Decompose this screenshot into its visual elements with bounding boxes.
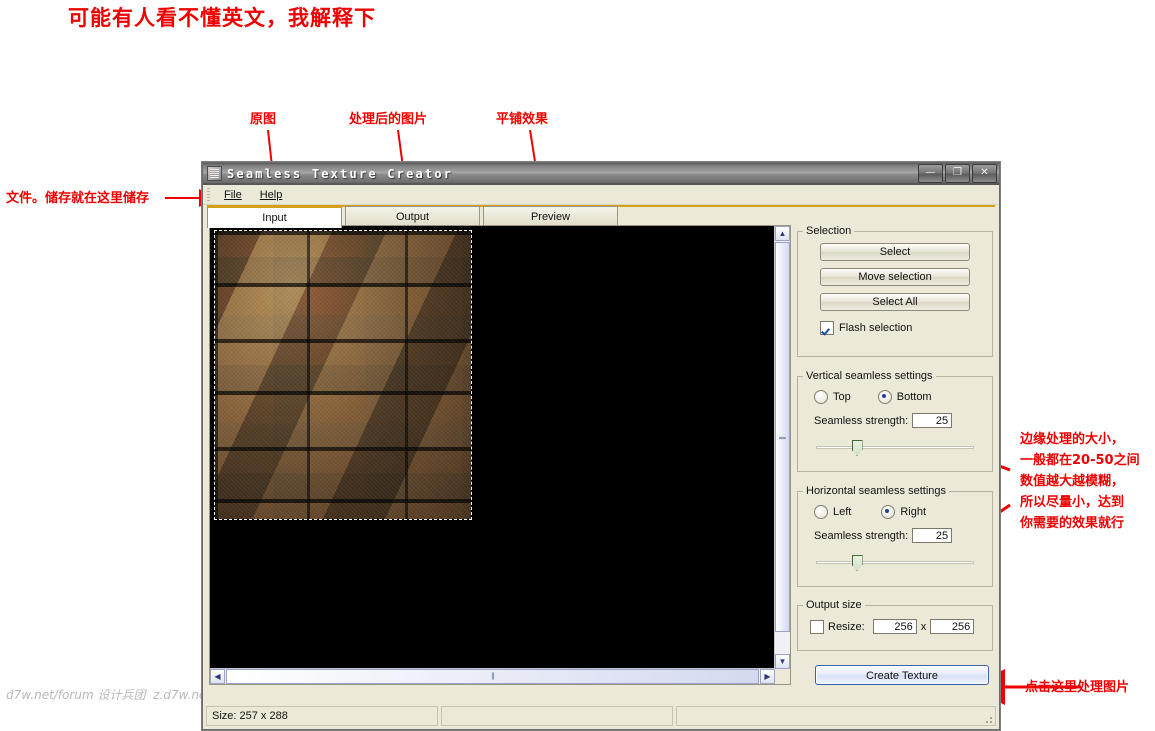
output-width-input[interactable]: [872, 619, 917, 634]
radio-icon-left: [814, 505, 828, 519]
horizontal-scroll-thumb[interactable]: |||: [226, 669, 759, 684]
menu-item-help[interactable]: Help: [253, 188, 290, 202]
scroll-thumb-grip-h: |||: [491, 673, 495, 680]
vertical-strength-slider[interactable]: [816, 440, 974, 456]
flash-selection-checkbox[interactable]: Flash selection: [820, 321, 992, 335]
maximize-icon: ❐: [953, 167, 962, 178]
annotation-strength-l5: 你需要的效果就行: [1020, 516, 1125, 531]
selection-group: Selection Select Move selection Select A…: [797, 225, 993, 357]
selection-group-legend: Selection: [806, 225, 852, 237]
annotation-strength-l2: 一般都在20-50之间: [1020, 453, 1140, 468]
output-size-group: Output size Resize: x: [797, 599, 993, 651]
tab-strip: Input Output Preview: [203, 205, 999, 228]
vertical-group-legend: Vertical seamless settings: [806, 370, 933, 382]
status-size-cell: Size: 257 x 288: [206, 706, 438, 726]
close-icon: ✕: [980, 167, 989, 178]
move-selection-button[interactable]: Move selection: [820, 268, 970, 286]
annotation-create-texture: 点击这里处理图片: [1025, 680, 1130, 695]
status-right-cell: [676, 706, 996, 726]
window-title: Seamless Texture Creator: [227, 166, 454, 181]
horizontal-strength-input[interactable]: [912, 528, 953, 543]
annotation-strength-l4: 所以尽量小，达到: [1020, 495, 1125, 510]
radio-right[interactable]: Right: [881, 505, 926, 519]
scroll-thumb-grip: |||: [779, 435, 786, 439]
status-middle-cell: [441, 706, 673, 726]
vertical-seamless-group: Vertical seamless settings Top Bottom Se…: [797, 370, 993, 472]
horizontal-seamless-group: Horizontal seamless settings Left Right …: [797, 485, 993, 587]
vertical-scroll-thumb[interactable]: |||: [775, 242, 790, 632]
vertical-slider-track: [816, 446, 974, 449]
horizontal-strength-label: Seamless strength:: [814, 529, 909, 542]
annotation-title: 可能有人看不懂英文，我解释下: [68, 6, 376, 30]
radio-left[interactable]: Left: [814, 505, 851, 519]
status-bar: Size: 257 x 288: [206, 706, 996, 726]
vertical-scrollbar[interactable]: ▲ ||| ▼: [774, 226, 790, 669]
select-button[interactable]: Select: [820, 243, 970, 261]
create-texture-button[interactable]: Create Texture: [815, 665, 989, 685]
radio-bottom-label: Bottom: [896, 391, 932, 403]
scroll-up-button[interactable]: ▲: [775, 226, 790, 241]
horizontal-strength-slider[interactable]: [816, 555, 974, 571]
radio-right-label: Right: [900, 506, 927, 518]
menu-file-label: File: [224, 188, 242, 201]
radio-icon-top: [814, 390, 828, 404]
radio-top[interactable]: Top: [814, 390, 851, 404]
resize-label: Resize:: [828, 620, 865, 633]
horizontal-slider-track: [816, 561, 974, 564]
menu-help-label: Help: [259, 188, 283, 201]
window-controls: — ❐ ✕: [918, 164, 997, 183]
close-button[interactable]: ✕: [972, 164, 997, 183]
select-all-button[interactable]: Select All: [820, 293, 970, 311]
vertical-slider-thumb[interactable]: [851, 440, 863, 456]
maximize-button[interactable]: ❐: [945, 164, 970, 183]
tab-input[interactable]: Input: [207, 206, 342, 228]
menu-item-file[interactable]: File: [217, 188, 249, 202]
vertical-strength-input[interactable]: [912, 413, 953, 428]
radio-top-label: Top: [833, 391, 851, 403]
output-height-input[interactable]: [930, 619, 975, 634]
annotation-input-tab: 原图: [250, 112, 277, 127]
minimize-icon: —: [925, 167, 936, 178]
client-area: ▲ ||| ▼ ◀ ||| ▶ Selection Select Move se…: [206, 225, 996, 685]
image-canvas-pane[interactable]: ▲ ||| ▼ ◀ ||| ▶: [209, 225, 791, 685]
annotation-strength-l3: 数值越大越模糊，: [1020, 474, 1125, 489]
title-bar[interactable]: Seamless Texture Creator — ❐ ✕: [203, 163, 999, 185]
settings-panel: Selection Select Move selection Select A…: [797, 225, 993, 685]
vertical-strength-label: Seamless strength:: [814, 414, 909, 427]
flash-selection-label: Flash selection: [839, 322, 913, 334]
annotation-preview-tab: 平铺效果: [496, 112, 549, 127]
menu-bar: File Help: [203, 185, 999, 205]
horizontal-slider-thumb[interactable]: [851, 555, 863, 571]
tab-output[interactable]: Output: [345, 206, 480, 227]
annotation-file-menu: 文件。储存就在这里储存: [6, 191, 150, 206]
image-canvas[interactable]: [210, 226, 775, 669]
scroll-right-button[interactable]: ▶: [760, 669, 775, 684]
radio-left-label: Left: [833, 506, 852, 518]
radio-bottom[interactable]: Bottom: [877, 390, 932, 404]
horizontal-group-legend: Horizontal seamless settings: [806, 485, 947, 497]
annotation-strength-l1: 边缘处理的大小，: [1020, 432, 1125, 447]
tab-preview[interactable]: Preview: [483, 206, 618, 227]
radio-icon-bottom-selected: [877, 390, 892, 404]
annotation-output-tab: 处理后的图片: [349, 112, 428, 127]
horizontal-scrollbar[interactable]: ◀ ||| ▶: [210, 668, 775, 684]
stone-wall-texture-image[interactable]: [214, 230, 472, 520]
size-separator: x: [920, 620, 927, 633]
minimize-button[interactable]: —: [918, 164, 943, 183]
application-icon: [207, 166, 222, 181]
resize-grip-icon[interactable]: [983, 714, 993, 724]
scroll-left-button[interactable]: ◀: [210, 669, 225, 684]
radio-icon-right-selected: [881, 505, 896, 519]
scroll-down-button[interactable]: ▼: [775, 654, 790, 669]
scrollbar-corner: [775, 669, 790, 684]
resize-checkbox-icon[interactable]: [810, 619, 824, 634]
menu-grip[interactable]: [207, 188, 210, 201]
application-window: Seamless Texture Creator — ❐ ✕ File Help…: [202, 162, 1000, 730]
checkbox-icon-checked: [820, 321, 834, 335]
output-size-legend: Output size: [806, 599, 862, 611]
